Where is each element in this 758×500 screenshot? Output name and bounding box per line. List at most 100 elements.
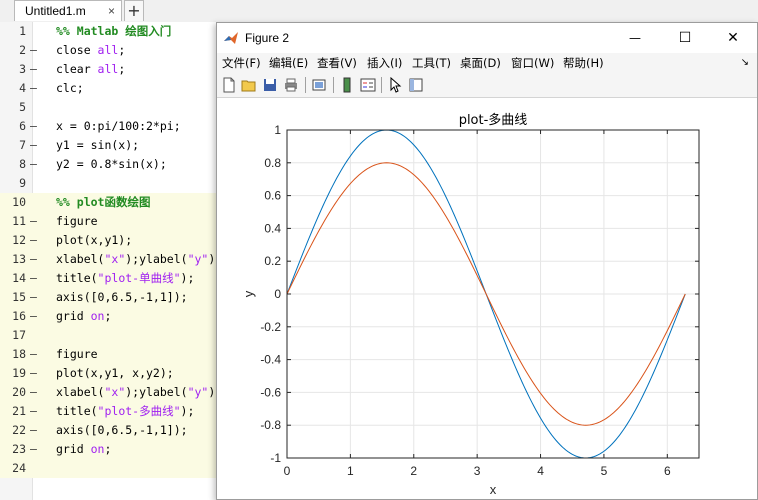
close-tab-icon[interactable]: × — [108, 1, 115, 22]
code-text: plot(x,y1); — [56, 233, 133, 247]
line-number: 19 — [12, 366, 26, 380]
figure-canvas[interactable]: 0 1 2 3 4 5 6 1 0.8 0.6 0.4 0.2 0 -0.2 -0.4 -0.6 -0.8 -1 p… — [217, 98, 757, 499]
figure-window: Figure 2 — ☐ ✕ 文件(F) 编辑(E) 查看(V) 插入(I) 工… — [216, 22, 758, 500]
line-number: 1 — [19, 24, 26, 38]
breakpoint-marker[interactable]: — — [30, 402, 40, 421]
figure-title: Figure 2 — [245, 31, 290, 45]
print-icon[interactable] — [283, 77, 299, 93]
code-text: clc; — [56, 81, 84, 95]
line-number: 14 — [12, 271, 26, 285]
menu-view[interactable]: 查看(V) — [317, 55, 357, 71]
chart-title: plot-多曲线 — [459, 112, 528, 128]
code-text: xlabel("x");ylabel("y"); — [56, 385, 222, 399]
code-text: %% Matlab 绘图入门 — [56, 24, 172, 38]
code-text: figure — [56, 214, 98, 228]
breakpoint-marker[interactable]: — — [30, 41, 40, 60]
y-tick-label: 0.6 — [264, 189, 281, 203]
breakpoint-marker[interactable]: — — [30, 231, 40, 250]
y-tick-label: 0 — [274, 287, 281, 301]
menu-desktop[interactable]: 桌面(D) — [460, 55, 501, 71]
x-tick-label: 5 — [601, 464, 608, 478]
menu-overflow-icon[interactable]: ↘ — [741, 57, 749, 68]
minimize-button[interactable]: — — [613, 23, 657, 53]
breakpoint-marker[interactable]: — — [30, 155, 40, 174]
breakpoint-marker[interactable]: — — [30, 79, 40, 98]
code-text: axis([0,6.5,-1,1]); — [56, 423, 188, 437]
menu-tools[interactable]: 工具(T) — [412, 55, 451, 71]
breakpoint-marker[interactable]: — — [30, 364, 40, 383]
menu-edit[interactable]: 编辑(E) — [269, 55, 308, 71]
figure-title-bar[interactable]: Figure 2 — ☐ ✕ — [217, 23, 757, 53]
line-number: 10 — [12, 195, 26, 209]
line-number: 9 — [19, 176, 26, 190]
code-text: title("plot-多曲线"); — [56, 404, 195, 418]
line-number: 4 — [19, 81, 26, 95]
y-tick-label: 0.2 — [264, 254, 281, 268]
breakpoint-marker[interactable]: — — [30, 60, 40, 79]
toolbar-separator — [381, 77, 382, 93]
breakpoint-marker[interactable]: — — [30, 212, 40, 231]
breakpoint-marker[interactable]: — — [30, 421, 40, 440]
y-tick-label: -0.2 — [260, 320, 281, 334]
tab-label: Untitled1.m — [25, 4, 86, 18]
line-number: 24 — [12, 461, 26, 475]
breakpoint-marker[interactable]: — — [30, 307, 40, 326]
y-tick-label: -0.8 — [260, 418, 281, 432]
maximize-button[interactable]: ☐ — [663, 23, 707, 53]
code-text: plot(x,y1, x,y2); — [56, 366, 174, 380]
breakpoint-marker[interactable]: — — [30, 383, 40, 402]
y-tick-label: 1 — [274, 123, 281, 137]
legend-icon[interactable] — [360, 77, 376, 93]
line-number: 20 — [12, 385, 26, 399]
save-icon[interactable] — [262, 77, 278, 93]
code-text: y2 = 0.8*sin(x); — [56, 157, 167, 171]
x-tick-label: 6 — [664, 464, 671, 478]
code-text: x = 0:pi/100:2*pi; — [56, 119, 181, 133]
code-text: axis([0,6.5,-1,1]); — [56, 290, 188, 304]
line-number: 13 — [12, 252, 26, 266]
menu-help[interactable]: 帮助(H) — [563, 55, 604, 71]
line-number: 7 — [19, 138, 26, 152]
code-text: title("plot-单曲线"); — [56, 271, 195, 285]
matlab-icon — [224, 32, 238, 44]
line-number: 21 — [12, 404, 26, 418]
line-number: 12 — [12, 233, 26, 247]
line-number: 22 — [12, 423, 26, 437]
y-tick-label: 0.8 — [264, 156, 281, 170]
menu-insert[interactable]: 插入(I) — [367, 55, 402, 71]
breakpoint-marker[interactable]: — — [30, 117, 40, 136]
x-tick-label: 2 — [410, 464, 417, 478]
line-number: 23 — [12, 442, 26, 456]
breakpoint-marker[interactable]: — — [30, 288, 40, 307]
toolbar-separator — [333, 77, 334, 93]
y-axis-label: y — [241, 290, 256, 297]
open-file-icon[interactable] — [241, 77, 257, 93]
close-button[interactable]: ✕ — [711, 23, 755, 53]
breakpoint-marker[interactable]: — — [30, 269, 40, 288]
editor-tab-untitled1[interactable]: Untitled1.m × — [14, 0, 122, 21]
y-tick-label: -0.6 — [260, 385, 281, 399]
property-editor-icon[interactable] — [408, 77, 424, 93]
breakpoint-marker[interactable]: — — [30, 136, 40, 155]
colorbar-icon[interactable] — [339, 77, 355, 93]
code-text: grid on; — [56, 309, 112, 323]
menu-file[interactable]: 文件(F) — [222, 55, 261, 71]
breakpoint-marker[interactable]: — — [30, 250, 40, 269]
code-text: grid on; — [56, 442, 112, 456]
code-text: y1 = sin(x); — [56, 138, 140, 152]
line-number: 11 — [12, 214, 26, 228]
breakpoint-marker[interactable]: — — [30, 440, 40, 459]
code-text: figure — [56, 347, 98, 361]
line-number: 15 — [12, 290, 26, 304]
code-text: clear all; — [56, 62, 126, 76]
y-tick-label: -1 — [270, 451, 281, 465]
breakpoint-marker[interactable]: — — [30, 345, 40, 364]
add-tab-button[interactable]: + — [124, 0, 144, 21]
menu-window[interactable]: 窗口(W) — [511, 55, 554, 71]
line-number: 16 — [12, 309, 26, 323]
new-figure-icon[interactable] — [221, 77, 237, 93]
pointer-icon[interactable] — [387, 77, 403, 93]
line-number: 5 — [19, 100, 26, 114]
figure-toolbar — [217, 73, 757, 98]
link-plot-icon[interactable] — [311, 77, 327, 93]
